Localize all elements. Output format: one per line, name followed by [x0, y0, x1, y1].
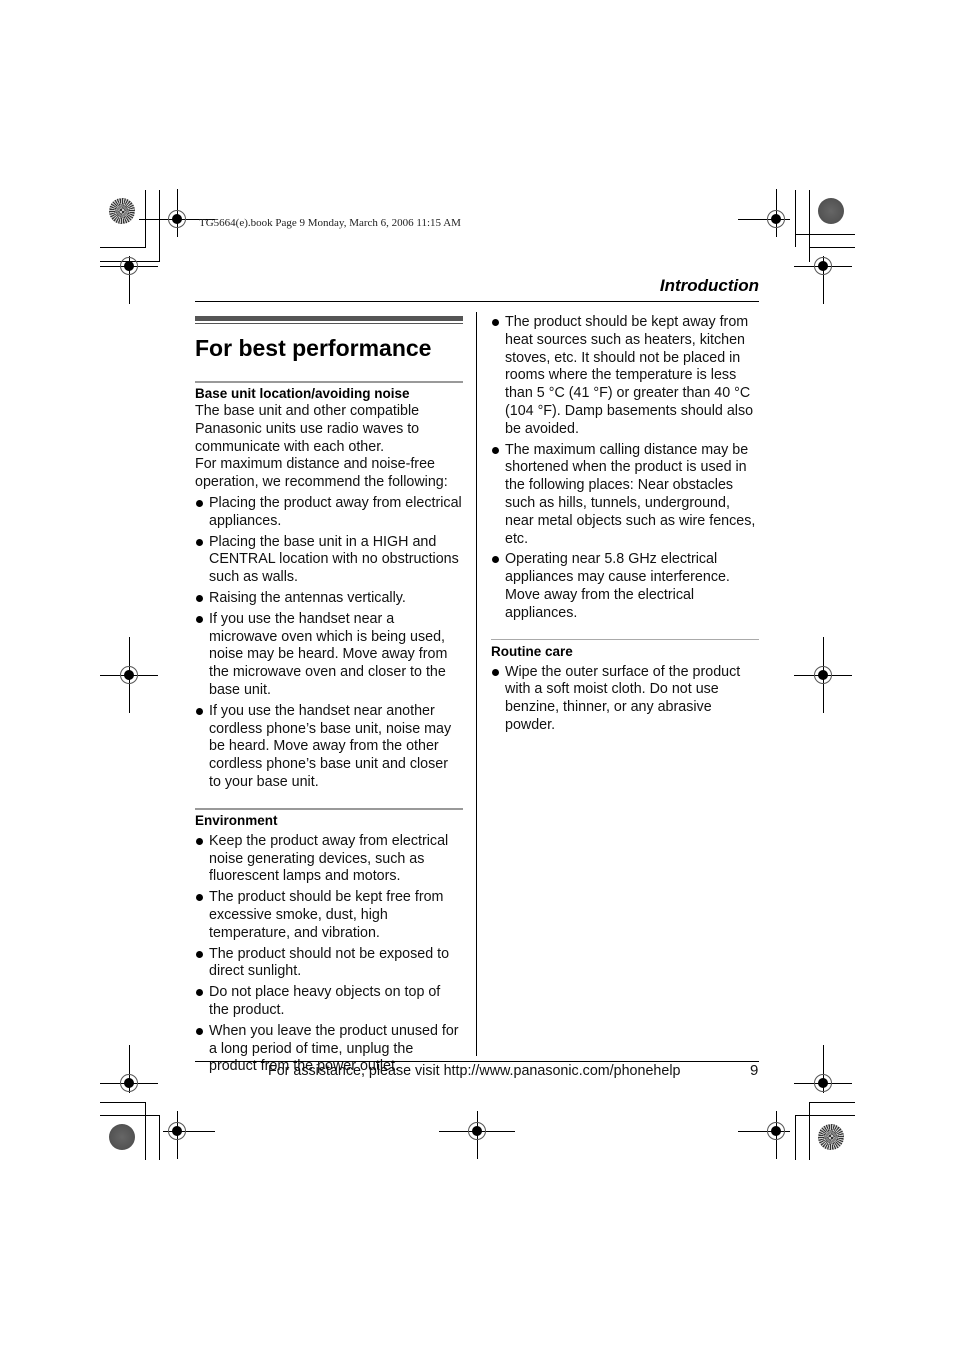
header-rule: [195, 301, 759, 302]
section-heading-environment: Environment: [195, 812, 278, 828]
title-bar-thin: [195, 323, 463, 324]
list-item: The product should not be exposed to dir…: [195, 946, 463, 982]
bullet-list-routine-care: Wipe the outer surface of the product wi…: [491, 664, 759, 735]
column-divider: [476, 312, 477, 1056]
paragraph: The base unit and other compatible Panas…: [195, 403, 420, 455]
bullet-list-environment: Keep the product away from electrical no…: [195, 833, 463, 1076]
bullet-list-base-unit: Placing the product away from electrical…: [195, 495, 463, 792]
list-item-text: If you use the handset near another cord…: [209, 702, 452, 790]
footer-assistance-text: For assistance, please visit http://www.…: [268, 1063, 681, 1079]
list-item: Keep the product away from electrical no…: [195, 833, 463, 886]
crop-line: [795, 1115, 796, 1160]
section-rule: [491, 638, 759, 640]
list-item: Operating near 5.8 GHz electrical applia…: [491, 551, 759, 622]
list-item: The product should be kept away from hea…: [491, 314, 759, 439]
gray-target-icon: [818, 198, 844, 224]
list-item-text: The product should be kept free from exc…: [209, 889, 444, 941]
bullet-icon: [196, 594, 203, 602]
bullet-icon: [492, 556, 499, 564]
bullet-icon: [492, 319, 499, 326]
bullet-icon: [492, 668, 499, 676]
crop-line: [159, 190, 160, 262]
list-item-text: Wipe the outer surface of the product wi…: [505, 663, 741, 733]
bullet-list-environment-continued: The product should be kept away from hea…: [491, 314, 759, 623]
list-item-text: Placing the base unit in a HIGH and CENT…: [209, 533, 459, 586]
gray-target-icon: [109, 1124, 135, 1150]
left-column: For best performance Base unit location/…: [195, 316, 463, 1079]
bullet-icon: [196, 1027, 203, 1035]
bullet-icon: [492, 446, 499, 454]
crop-line: [809, 1102, 810, 1160]
list-item-text: The maximum calling distance may be shor…: [505, 441, 756, 547]
list-item-text: Raising the antennas vertically.: [209, 589, 406, 606]
bullet-icon: [196, 615, 203, 623]
list-item-text: Operating near 5.8 GHz electrical applia…: [505, 551, 730, 621]
list-item: The maximum calling distance may be shor…: [491, 442, 759, 549]
crop-line: [809, 1102, 855, 1103]
bullet-icon: [196, 837, 203, 845]
crop-line: [159, 1115, 160, 1160]
crop-line: [809, 190, 810, 262]
list-item: The product should be kept free from exc…: [195, 889, 463, 942]
bullet-icon: [196, 989, 203, 997]
page-number: 9: [750, 1062, 759, 1079]
bullet-icon: [196, 499, 203, 507]
color-target-icon: [818, 1124, 844, 1150]
section-heading-routine-care: Routine care: [491, 643, 573, 659]
list-item: Do not place heavy objects on top of the…: [195, 984, 463, 1020]
list-item: Placing the base unit in a HIGH and CENT…: [195, 534, 463, 587]
crop-line: [795, 234, 855, 235]
list-item-text: Do not place heavy objects on top of the…: [209, 984, 441, 1018]
list-item-text: The product should be kept away from hea…: [505, 314, 754, 437]
title-bar: [195, 316, 463, 321]
right-column: The product should be kept away from hea…: [491, 311, 759, 738]
list-item: Raising the antennas vertically.: [195, 590, 463, 608]
section-heading-base-unit: Base unit location/avoiding noise: [195, 386, 410, 401]
crop-line: [100, 247, 146, 248]
bullet-icon: [196, 538, 203, 546]
bullet-icon: [196, 894, 203, 902]
list-item-text: Keep the product away from electrical no…: [209, 832, 449, 885]
paragraph: For maximum distance and noise-free oper…: [195, 456, 448, 491]
bullet-icon: [196, 707, 203, 715]
list-item: If you use the handset near another cord…: [195, 703, 463, 792]
list-item-text: Placing the product away from electrical…: [209, 494, 462, 529]
crop-line: [795, 190, 796, 247]
crop-line: [100, 1102, 146, 1103]
list-item-text: The product should not be exposed to dir…: [209, 945, 450, 980]
crop-line: [145, 1102, 146, 1160]
list-item: Placing the product away from electrical…: [195, 495, 463, 531]
crop-line: [795, 1115, 855, 1116]
list-item: Wipe the outer surface of the product wi…: [491, 664, 759, 735]
print-header: TG5664(e).book Page 9 Monday, March 6, 2…: [199, 217, 461, 229]
list-item: If you use the handset near a microwave …: [195, 611, 463, 700]
color-target-icon: [109, 198, 135, 224]
section-rule: [195, 807, 463, 810]
crop-line: [809, 247, 855, 248]
page-title: For best performance: [195, 335, 432, 361]
section-rule: [195, 381, 463, 383]
crop-line: [100, 1115, 160, 1116]
list-item-text: If you use the handset near a microwave …: [209, 610, 448, 698]
footer-rule: [195, 1061, 759, 1062]
section-title: Introduction: [659, 276, 759, 295]
bullet-icon: [196, 950, 203, 958]
